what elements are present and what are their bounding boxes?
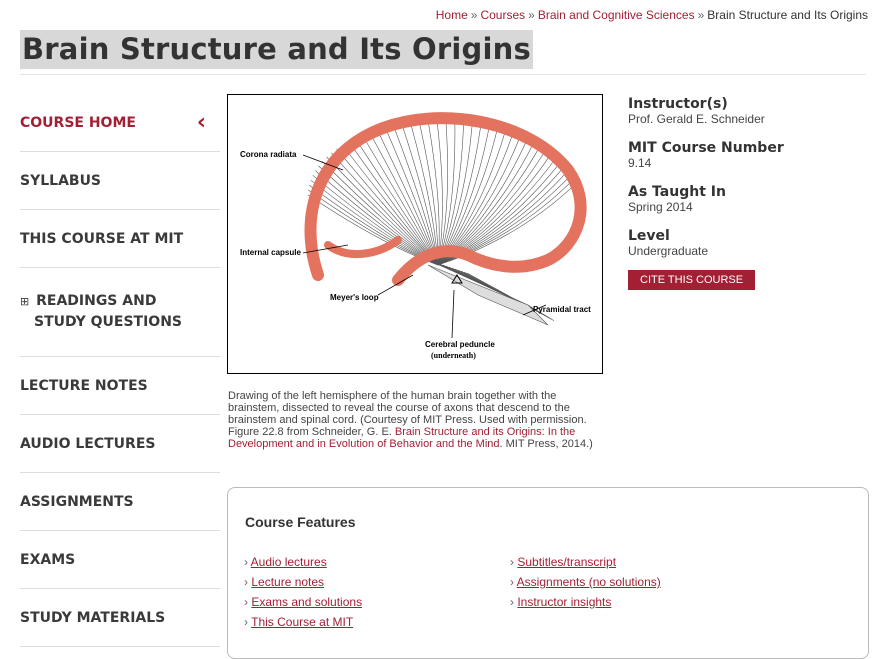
bullet-icon: › <box>244 595 248 609</box>
nav-label: EXAMS <box>20 551 76 568</box>
feature-link-this-course[interactable]: This Course at MIT <box>251 615 353 629</box>
feature-link-subtitles[interactable]: Subtitles/transcript <box>517 555 616 569</box>
feature-item: › Instructor insights <box>510 592 661 612</box>
breadcrumb-courses[interactable]: Courses <box>480 8 525 22</box>
level-label: Level <box>628 228 670 244</box>
feature-link-assignments[interactable]: Assignments (no solutions) <box>517 575 661 589</box>
label-internal-capsule: Internal capsule <box>240 248 301 257</box>
caption-tail: . MIT Press, 2014.) <box>499 438 593 450</box>
feature-link-audio-lectures[interactable]: Audio lectures <box>251 555 327 569</box>
feature-link-lecture-notes[interactable]: Lecture notes <box>251 575 324 589</box>
course-number-value: 9.14 <box>628 156 652 170</box>
label-corona-radiata: Corona radiata <box>240 150 297 159</box>
nav-this-course-at-mit[interactable]: THIS COURSE AT MIT <box>20 210 220 268</box>
feature-item: › Subtitles/transcript <box>510 552 661 572</box>
nav-exams[interactable]: EXAMS <box>20 531 220 589</box>
nav-audio-lectures[interactable]: AUDIO LECTURES <box>20 415 220 473</box>
course-features-panel: Course Features › Audio lectures › Lectu… <box>227 487 869 659</box>
expand-icon[interactable]: ⊞ <box>20 295 29 308</box>
brain-figure[interactable]: Corona radiata Internal capsule Meyer's … <box>227 94 603 374</box>
instructor-label: Instructor(s) <box>628 96 728 112</box>
nav-label: STUDY QUESTIONS <box>34 314 182 330</box>
nav-label: STUDY MATERIALS <box>20 609 166 626</box>
nav-course-home[interactable]: COURSE HOME ‹ <box>20 94 220 152</box>
nav-readings[interactable]: ⊞ READINGS AND STUDY QUESTIONS <box>20 268 220 357</box>
breadcrumb-separator: » <box>697 8 705 22</box>
nav-label: ASSIGNMENTS <box>20 493 134 510</box>
page-title: Brain Structure and Its Origins <box>20 30 533 69</box>
bullet-icon: › <box>510 575 514 589</box>
figure-caption: Drawing of the left hemisphere of the hu… <box>228 390 604 450</box>
course-features-title: Course Features <box>245 514 356 530</box>
bullet-icon: › <box>510 595 514 609</box>
nav-lecture-notes[interactable]: LECTURE NOTES <box>20 357 220 415</box>
breadcrumb-home[interactable]: Home <box>436 8 468 22</box>
feature-link-instructor-insights[interactable]: Instructor insights <box>517 595 611 609</box>
label-pyramidal-tract: Pyramidal tract <box>533 305 591 314</box>
feature-item: › This Course at MIT <box>244 612 362 632</box>
nav-label: READINGS AND <box>36 293 157 309</box>
label-meyers-loop: Meyer's loop <box>330 293 379 302</box>
bullet-icon: › <box>510 555 514 569</box>
breadcrumb-separator: » <box>528 8 535 22</box>
instructor-value: Prof. Gerald E. Schneider <box>628 112 765 126</box>
chevron-left-icon[interactable]: ‹ <box>197 110 206 135</box>
title-area: Brain Structure and Its Origins <box>20 30 866 75</box>
feature-item: › Exams and solutions <box>244 592 362 612</box>
breadcrumb-separator: » <box>470 8 478 22</box>
course-info: Instructor(s) Prof. Gerald E. Schneider … <box>628 96 868 290</box>
brainstem <box>427 264 549 326</box>
course-number-label: MIT Course Number <box>628 140 784 156</box>
bullet-icon: › <box>244 615 248 629</box>
nav-label: AUDIO LECTURES <box>20 435 156 452</box>
features-column-1: › Audio lectures › Lecture notes › Exams… <box>244 552 362 632</box>
taught-label: As Taught In <box>628 184 726 200</box>
nav-assignments[interactable]: ASSIGNMENTS <box>20 473 220 531</box>
label-cerebral-peduncle: Cerebral peduncle <box>425 340 495 349</box>
nav-label: THIS COURSE AT MIT <box>20 230 184 247</box>
breadcrumb: Home» Courses» Brain and Cognitive Science… <box>436 8 868 22</box>
nav-label: COURSE HOME <box>20 114 136 131</box>
bullet-icon: › <box>244 575 248 589</box>
breadcrumb-department[interactable]: Brain and Cognitive Sciences <box>538 8 695 22</box>
feature-item: › Audio lectures <box>244 552 362 572</box>
nav-syllabus[interactable]: SYLLABUS <box>20 152 220 210</box>
feature-item: › Lecture notes <box>244 572 362 592</box>
nav-study-materials[interactable]: STUDY MATERIALS <box>20 589 220 647</box>
features-column-2: › Subtitles/transcript › Assignments (no… <box>510 552 661 612</box>
brain-diagram: Corona radiata Internal capsule Meyer's … <box>240 112 591 360</box>
label-underneath: (underneath) <box>431 351 476 360</box>
feature-link-exams[interactable]: Exams and solutions <box>251 595 362 609</box>
breadcrumb-current: Brain Structure and Its Origins <box>707 8 868 22</box>
nav-label: SYLLABUS <box>20 172 102 189</box>
course-nav: COURSE HOME ‹ SYLLABUS THIS COURSE AT MI… <box>20 94 220 647</box>
feature-item: › Assignments (no solutions) <box>510 572 661 592</box>
cite-course-button[interactable]: CITE THIS COURSE <box>628 270 756 290</box>
level-value: Undergraduate <box>628 244 709 258</box>
nav-label: LECTURE NOTES <box>20 377 148 394</box>
taught-value: Spring 2014 <box>628 200 693 214</box>
bullet-icon: › <box>244 555 248 569</box>
